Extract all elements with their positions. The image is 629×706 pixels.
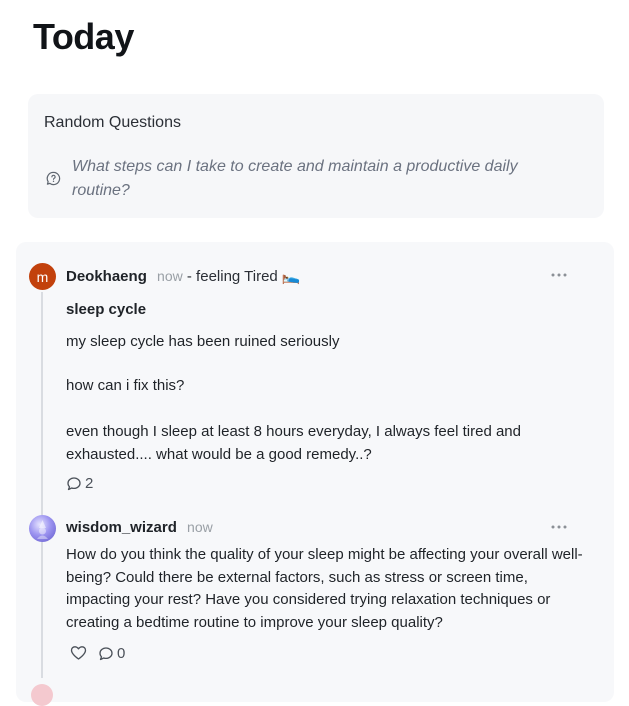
avatar[interactable]: m [29, 263, 56, 290]
avatar[interactable] [29, 515, 56, 542]
post-header: Deokhaeng now - feeling Tired 🛌 [66, 267, 301, 285]
post-paragraph: how can i fix this? [66, 377, 185, 394]
comment-icon [99, 646, 113, 660]
avatar[interactable] [31, 684, 53, 706]
page-title: Today [33, 16, 134, 57]
post-time: now [157, 268, 183, 284]
wizard-avatar-icon [37, 520, 48, 539]
post-more-button[interactable] [549, 269, 569, 281]
reply-more-button[interactable] [549, 521, 569, 533]
reply-time: now [187, 519, 213, 535]
heart-icon [70, 646, 87, 660]
reply-comment-button[interactable]: 0 [98, 645, 125, 662]
random-question-text[interactable]: What steps can I take to create and main… [72, 155, 572, 203]
post-author[interactable]: Deokhaeng [66, 268, 147, 285]
question-bubble-icon [46, 171, 61, 186]
post-feeling: - feeling Tired 🛌 [186, 268, 301, 285]
more-horizontal-icon [551, 525, 567, 529]
like-button[interactable] [70, 645, 87, 661]
thread-line [41, 292, 43, 678]
comment-icon [67, 476, 81, 490]
post-paragraph: even though I sleep at least 8 hours eve… [66, 423, 521, 463]
reply-author[interactable]: wisdom_wizard [66, 519, 177, 536]
more-horizontal-icon [551, 273, 567, 277]
avatar-letter: m [36, 268, 49, 285]
random-questions-card[interactable]: Random Questions What steps can I take t… [28, 94, 604, 218]
post-paragraph: my sleep cycle has been ruined seriously [66, 333, 340, 350]
reply-comment-count: 0 [117, 645, 126, 662]
post-title[interactable]: sleep cycle [66, 301, 146, 318]
post-comment-count: 2 [85, 475, 94, 492]
random-questions-title: Random Questions [44, 114, 181, 131]
post-comment-button[interactable]: 2 [66, 475, 93, 492]
reply-header: wisdom_wizard now [66, 519, 213, 536]
reply-body: How do you think the quality of your sle… [66, 546, 583, 631]
